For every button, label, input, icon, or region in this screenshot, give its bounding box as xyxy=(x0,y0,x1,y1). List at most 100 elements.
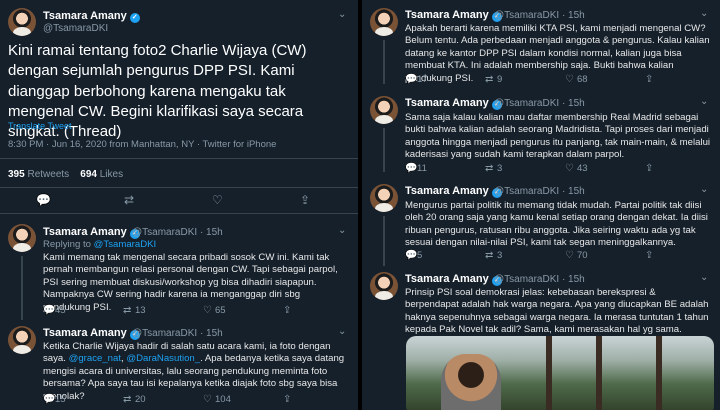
chevron-down-icon[interactable]: ⌄ xyxy=(700,184,708,195)
tweet-actions: 💬5 ⇄ 3 ♡ 70 ⇪ xyxy=(405,250,705,264)
author-name[interactable]: Tsamara Amany ✓ xyxy=(43,327,140,340)
thread-line xyxy=(383,216,385,266)
retweet-icon[interactable]: ⇄ xyxy=(124,193,134,207)
right-column: Tsamara Amany ✓ @TsamaraDKI · 15h ⌄ Apaka… xyxy=(362,0,720,410)
heart-icon: ♡ xyxy=(203,394,212,405)
tweet-actions: 💬45 ⇄ 13 ♡ 65 ⇪ xyxy=(43,305,343,319)
mention-link[interactable]: @DaraNasution_ xyxy=(126,353,200,364)
heart-icon[interactable]: ♡ xyxy=(212,193,223,207)
author-name[interactable]: Tsamara Amany ✓ xyxy=(405,97,502,110)
tweet-handle-time[interactable]: @TsamaraDKI · 15h xyxy=(494,186,585,197)
divider xyxy=(0,187,358,188)
like-button[interactable]: ♡ 68 xyxy=(565,74,588,85)
author-name[interactable]: Tsamara Amany ✓ xyxy=(405,9,502,22)
tweet-actions: 💬11 ⇄ 3 ♡ 43 ⇪ xyxy=(405,163,705,177)
chevron-down-icon[interactable]: ⌄ xyxy=(700,96,708,107)
avatar[interactable] xyxy=(370,96,398,124)
chevron-down-icon[interactable]: ⌄ xyxy=(338,9,346,20)
heart-icon: ♡ xyxy=(565,250,574,261)
tweet-handle-time[interactable]: @TsamaraDKI · 15h xyxy=(494,10,585,21)
chevron-down-icon[interactable]: ⌄ xyxy=(338,225,346,236)
avatar[interactable] xyxy=(8,326,36,354)
share-icon: ⇪ xyxy=(283,394,292,405)
reply-icon: 💬 xyxy=(405,250,418,261)
tweet-actions: 💬17 ⇄ 9 ♡ 68 ⇪ xyxy=(405,74,705,88)
retweet-button[interactable]: ⇄ 13 xyxy=(123,305,146,316)
divider xyxy=(0,213,358,214)
thread-line xyxy=(21,256,23,320)
retweet-icon: ⇄ xyxy=(485,163,494,174)
reply-button[interactable]: 💬11 xyxy=(405,163,427,174)
thread-line xyxy=(383,40,385,84)
retweet-icon: ⇄ xyxy=(123,394,132,405)
like-button[interactable]: ♡ 65 xyxy=(203,305,226,316)
mention-link[interactable]: @grace_nat xyxy=(69,353,121,364)
share-icon[interactable]: ⇪ xyxy=(300,193,310,207)
reply-icon: 💬 xyxy=(405,163,418,174)
reply-button[interactable]: 💬5 xyxy=(405,250,422,261)
avatar[interactable] xyxy=(8,8,36,36)
share-icon: ⇪ xyxy=(645,250,654,261)
reply-icon[interactable]: 💬 xyxy=(36,193,51,207)
tweet-text: Mengurus partai politik itu memang tidak… xyxy=(405,200,708,249)
avatar[interactable] xyxy=(370,184,398,212)
divider xyxy=(0,158,358,159)
heart-icon: ♡ xyxy=(565,163,574,174)
tweet-text: Prinsip PSI soal demokrasi jelas: kebeba… xyxy=(405,287,709,336)
tweet-stats[interactable]: 395 Retweets 694 Likes xyxy=(8,169,123,180)
photo-person xyxy=(441,354,501,410)
reply-button[interactable]: 💬17 xyxy=(405,74,428,85)
reply-icon: 💬 xyxy=(405,74,418,85)
tweet-handle-time[interactable]: @TsamaraDKI · 15h xyxy=(132,227,223,238)
author-name[interactable]: Tsamara Amany ✓ xyxy=(43,10,140,23)
tweet-handle-time[interactable]: @TsamaraDKI · 15h xyxy=(494,98,585,109)
tweet-handle-time[interactable]: @TsamaraDKI · 15h xyxy=(132,328,223,339)
like-button[interactable]: ♡ 43 xyxy=(565,163,588,174)
heart-icon: ♡ xyxy=(565,74,574,85)
share-icon: ⇪ xyxy=(645,163,654,174)
likes-count: 694 xyxy=(80,169,97,180)
share-button[interactable]: ⇪ xyxy=(283,305,295,316)
share-button[interactable]: ⇪ xyxy=(645,250,657,261)
reply-button[interactable]: 💬15 xyxy=(43,394,66,405)
translate-tweet-link[interactable]: Translate Tweet xyxy=(8,121,72,131)
likes-label: Likes xyxy=(99,169,124,180)
avatar[interactable] xyxy=(370,8,398,36)
retweet-button[interactable]: ⇄ 3 xyxy=(485,163,502,174)
share-button[interactable]: ⇪ xyxy=(645,163,657,174)
author-name[interactable]: Tsamara Amany ✓ xyxy=(405,185,502,198)
share-icon: ⇪ xyxy=(283,305,292,316)
avatar[interactable] xyxy=(8,224,36,252)
retweet-button[interactable]: ⇄ 9 xyxy=(485,74,502,85)
share-button[interactable]: ⇪ xyxy=(645,74,657,85)
chevron-down-icon[interactable]: ⌄ xyxy=(338,326,346,337)
author-name[interactable]: Tsamara Amany ✓ xyxy=(405,273,502,286)
author-name[interactable]: Tsamara Amany ✓ xyxy=(43,226,140,239)
retweets-label: Retweets xyxy=(27,169,70,180)
replying-to-link[interactable]: @TsamaraDKI xyxy=(94,239,157,250)
retweet-button[interactable]: ⇄ 3 xyxy=(485,250,502,261)
retweets-count: 395 xyxy=(8,169,25,180)
like-button[interactable]: ♡ 104 xyxy=(203,394,231,405)
chevron-down-icon[interactable]: ⌄ xyxy=(700,272,708,283)
retweet-button[interactable]: ⇄ 20 xyxy=(123,394,146,405)
heart-icon: ♡ xyxy=(203,305,212,316)
retweet-icon: ⇄ xyxy=(485,74,494,85)
replying-to: Replying to @TsamaraDKI xyxy=(43,239,157,250)
tweet-text: Sama saja kalau kalian mau daftar member… xyxy=(405,112,711,161)
share-icon: ⇪ xyxy=(645,74,654,85)
author-handle[interactable]: @TsamaraDKI xyxy=(43,23,108,34)
tweet-handle-time[interactable]: @TsamaraDKI · 15h xyxy=(494,274,585,285)
left-column: Tsamara Amany ✓ @TsamaraDKI ⌄ Kini ramai … xyxy=(0,0,358,410)
like-button[interactable]: ♡ 70 xyxy=(565,250,588,261)
avatar[interactable] xyxy=(370,272,398,300)
share-button[interactable]: ⇪ xyxy=(283,394,295,405)
reply-icon: 💬 xyxy=(43,394,56,405)
retweet-icon: ⇄ xyxy=(485,250,494,261)
reply-button[interactable]: 💬45 xyxy=(43,305,66,316)
retweet-icon: ⇄ xyxy=(123,305,132,316)
tweet-photo[interactable] xyxy=(406,336,714,410)
photo-tree xyxy=(656,336,662,410)
chevron-down-icon[interactable]: ⌄ xyxy=(700,8,708,19)
main-tweet-actions: 💬 ⇄ ♡ ⇪ xyxy=(0,193,358,209)
